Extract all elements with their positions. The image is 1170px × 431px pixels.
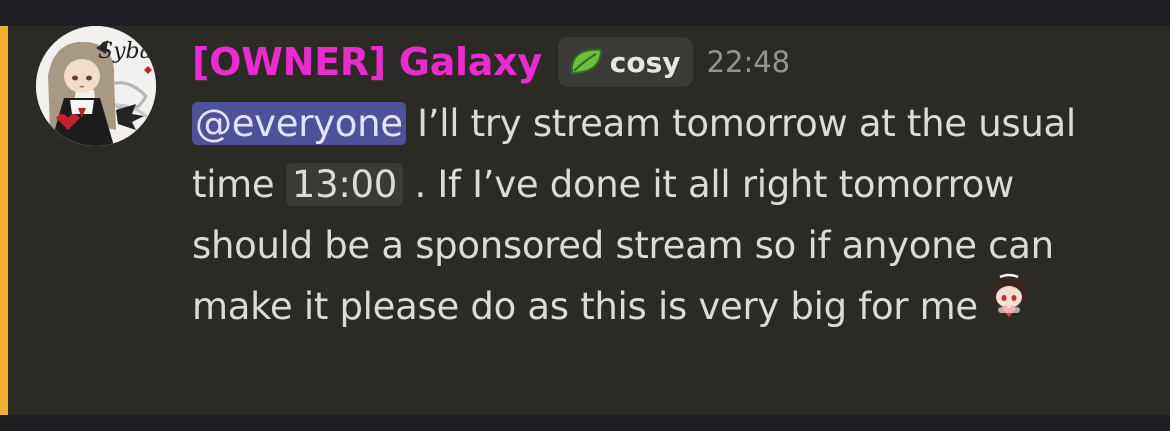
mention-highlight-bar [0,26,8,415]
chat-viewport: Sybau [OWNER] Galaxy cosy 22:48 @everyon… [0,0,1170,431]
server-tag-label: cosy [609,45,681,79]
time-chip[interactable]: 13:00 [285,163,403,206]
avatar[interactable]: Sybau [36,26,156,146]
chat-message[interactable]: Sybau [OWNER] Galaxy cosy 22:48 @everyon… [0,26,1170,415]
server-tag[interactable]: cosy [557,37,693,87]
message-header: [OWNER] Galaxy cosy 22:48 [192,37,791,87]
chibi-heart-emoji[interactable] [986,273,1032,337]
timestamp[interactable]: 22:48 [707,45,791,79]
avatar-signature: Sybau [98,39,156,64]
username[interactable]: [OWNER] Galaxy [192,40,542,84]
message-content: @everyone I’ll try stream tomorrow at th… [192,93,1142,341]
leaf-icon [570,48,602,75]
everyone-mention[interactable]: @everyone [192,102,406,145]
